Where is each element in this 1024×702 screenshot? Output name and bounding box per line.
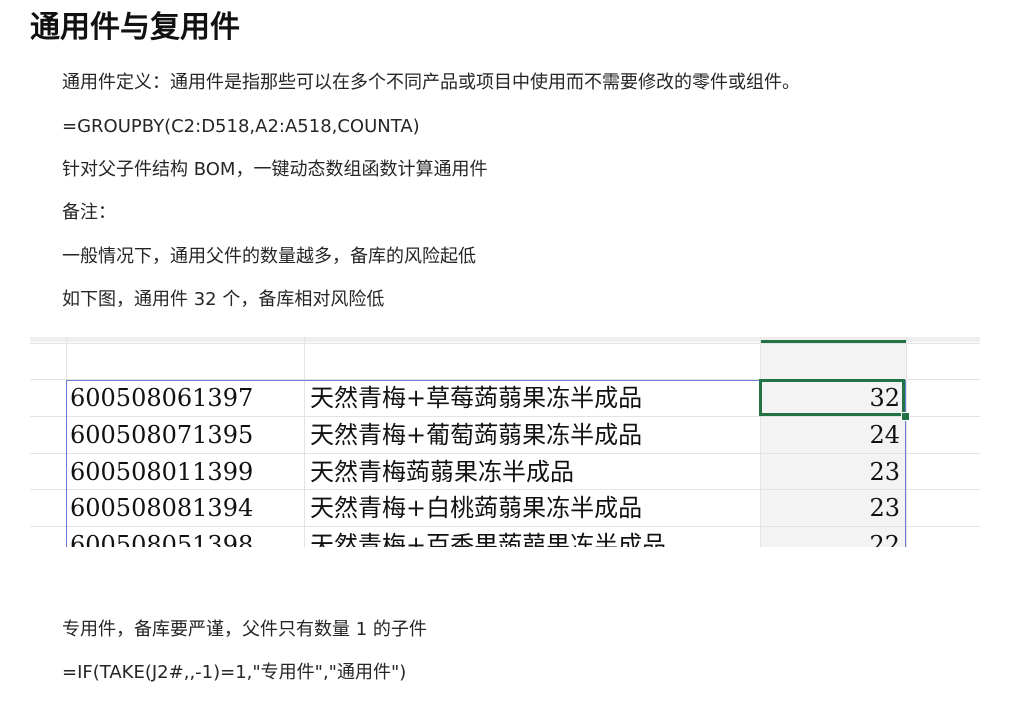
page-title: 通用件与复用件 (30, 10, 240, 45)
groupby-formula: =GROUPBY(C2:D518,A2:A518,COUNTA) (62, 116, 420, 137)
table-row: 600508011399 天然青梅蒟蒻果冻半成品 23 (30, 454, 980, 490)
dedicated-part-text: 专用件，备库要严谨，父件只有数量 1 的子件 (62, 619, 427, 640)
note-heading: 备注： (62, 202, 116, 223)
table-row: 600508051398 天然青梅+百香果蒟蒻果冻半成品 22 (30, 527, 980, 547)
part-name-cell[interactable]: 天然青梅+草莓蒟蒻果冻半成品 (310, 380, 642, 416)
table-row: 600508071395 天然青梅+葡萄蒟蒻果冻半成品 24 (30, 417, 980, 453)
bom-description: 针对父子件结构 BOM，一键动态数组函数计算通用件 (62, 159, 488, 180)
active-cell-border (759, 379, 905, 416)
parent-count-cell[interactable]: 23 (760, 454, 900, 490)
part-name-cell[interactable]: 天然青梅+葡萄蒟蒻果冻半成品 (310, 417, 642, 453)
part-code-cell[interactable]: 600508011399 (70, 454, 253, 490)
table-row: 600508081394 天然青梅+白桃蒟蒻果冻半成品 23 (30, 490, 980, 526)
note-text: 一般情况下，通用父件的数量越多，备库的风险起低 (62, 246, 476, 267)
grid-line (30, 343, 980, 344)
parent-count-cell[interactable]: 22 (760, 527, 900, 547)
part-name-cell[interactable]: 天然青梅蒟蒻果冻半成品 (310, 454, 574, 490)
parent-count-cell[interactable]: 23 (760, 490, 900, 526)
fill-handle[interactable] (901, 412, 910, 421)
part-code-cell[interactable]: 600508051398 (70, 527, 253, 547)
spreadsheet-screenshot: 600508061397 天然青梅+草莓蒟蒻果冻半成品 32 600508071… (30, 337, 980, 547)
part-name-cell[interactable]: 天然青梅+百香果蒟蒻果冻半成品 (310, 527, 666, 547)
definition-text: 通用件定义：通用件是指那些可以在多个不同产品或项目中使用而不需要修改的零件或组件… (62, 72, 800, 93)
part-code-cell[interactable]: 600508061397 (70, 380, 253, 416)
parent-count-cell[interactable]: 24 (760, 417, 900, 453)
part-code-cell[interactable]: 600508081394 (70, 490, 253, 526)
part-name-cell[interactable]: 天然青梅+白桃蒟蒻果冻半成品 (310, 490, 642, 526)
if-formula: =IF(TAKE(J2#,,-1)=1,"专用件","通用件") (62, 662, 407, 683)
part-code-cell[interactable]: 600508071395 (70, 417, 253, 453)
example-text: 如下图，通用件 32 个，备库相对风险低 (62, 289, 385, 310)
